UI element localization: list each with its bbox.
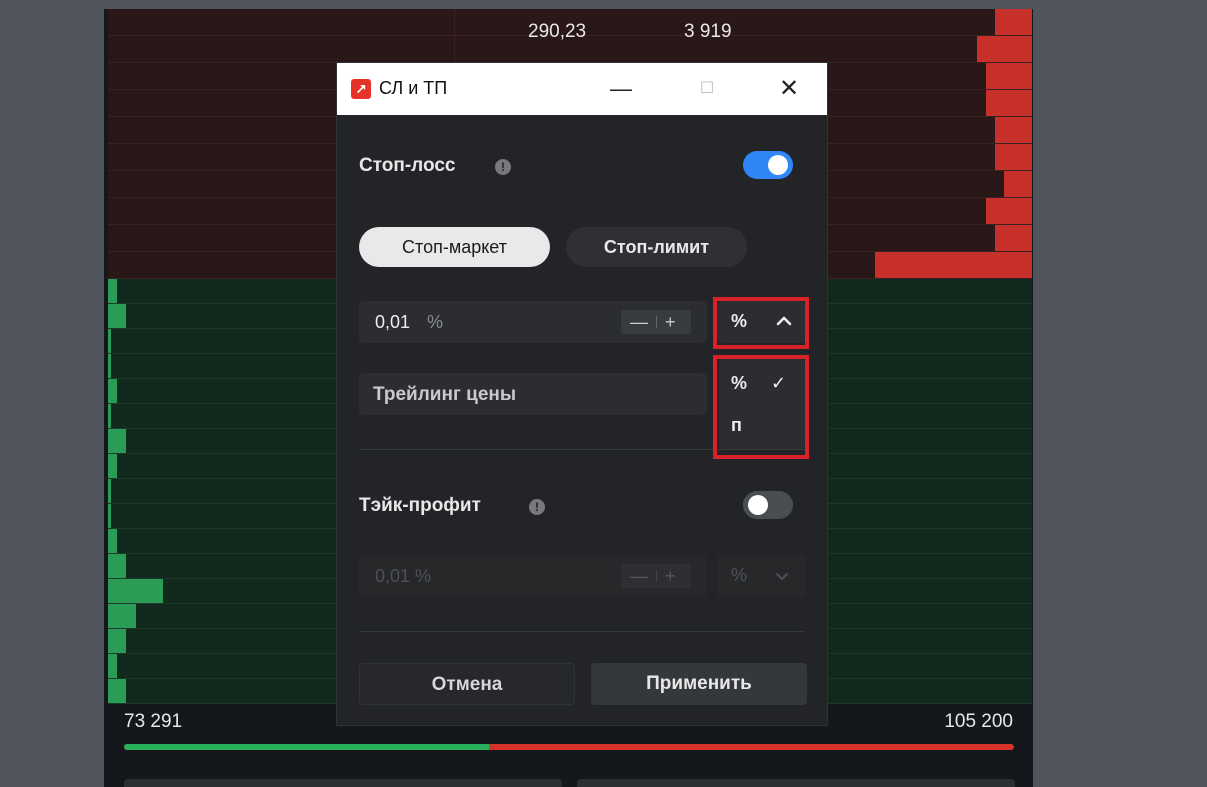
stepper-separator xyxy=(656,316,657,328)
toggle-knob xyxy=(768,155,788,175)
ask-volume-bar xyxy=(985,198,1032,224)
buy-sell-ratio-bar xyxy=(124,744,1014,750)
buy-volume: 73 291 xyxy=(124,711,183,732)
bid-volume-bar xyxy=(108,604,136,628)
take-profit-value: 0,01 % xyxy=(375,566,432,586)
decrement-button[interactable]: — xyxy=(630,310,648,334)
bid-volume-bar xyxy=(108,404,111,428)
stop-loss-toggle[interactable] xyxy=(743,151,793,179)
bid-volume-bar xyxy=(108,354,111,378)
ask-volume-bar xyxy=(874,252,1032,278)
section-divider xyxy=(359,631,805,632)
ask-volume-bar xyxy=(995,144,1032,170)
stepper-separator xyxy=(656,570,657,582)
stop-loss-stepper: — + xyxy=(621,310,691,334)
increment-button[interactable]: + xyxy=(665,310,676,334)
bid-volume-bar xyxy=(108,329,111,353)
app-logo-icon: ↗ xyxy=(351,79,371,99)
bid-volume-bar xyxy=(108,454,118,478)
toggle-knob xyxy=(748,495,768,515)
stop-market-tab[interactable]: Стоп-маркет xyxy=(359,227,550,267)
buy-button[interactable] xyxy=(124,779,562,787)
chevron-down-icon xyxy=(773,565,791,592)
bid-volume-bar xyxy=(108,379,118,403)
stop-limit-tab[interactable]: Стоп-лимит xyxy=(566,227,747,267)
highlight-frame-unit-select xyxy=(713,297,809,349)
bid-volume-bar xyxy=(108,629,127,653)
info-icon[interactable]: ! xyxy=(529,499,545,515)
ask-volume-bar xyxy=(1004,171,1032,197)
ask-volume-bar xyxy=(995,117,1032,143)
ask-volume-bar xyxy=(995,9,1032,35)
take-profit-label: Тэйк-профит xyxy=(359,495,481,516)
sell-volume: 105 200 xyxy=(944,711,1013,732)
stop-loss-value-unit: % xyxy=(427,312,444,332)
bid-volume-bar xyxy=(108,654,118,678)
bid-volume-bar xyxy=(108,579,164,603)
stop-loss-label: Стоп-лосс xyxy=(359,155,456,176)
close-button[interactable]: ✕ xyxy=(773,73,805,105)
bid-volume-bar xyxy=(108,479,111,503)
minimize-button[interactable]: — xyxy=(605,73,637,105)
bid-volume-bar xyxy=(108,529,118,553)
take-profit-stepper: — + xyxy=(621,564,691,588)
take-profit-unit-select: % xyxy=(717,555,805,597)
bid-volume-bar xyxy=(108,304,127,328)
decrement-button: — xyxy=(630,566,648,586)
sl-tp-dialog: ↗ СЛ и ТП — ☐ ✕ Стоп-лосс ! Стоп-маркет … xyxy=(336,62,828,726)
highlight-frame-unit-dropdown xyxy=(713,355,809,459)
quantity-cell: 3 919 xyxy=(684,21,732,42)
ask-volume-bar xyxy=(985,90,1032,116)
buy-ratio-fill xyxy=(124,744,489,750)
bid-volume-bar xyxy=(108,504,111,528)
stop-loss-value: 0,01 xyxy=(375,312,411,332)
trailing-price-field[interactable]: Трейлинг цены xyxy=(359,373,707,415)
increment-button: + xyxy=(665,566,676,586)
ask-volume-bar xyxy=(995,225,1032,251)
dialog-title: СЛ и ТП xyxy=(379,78,448,98)
bid-volume-bar xyxy=(108,429,127,453)
take-profit-input: 0,01 % — + xyxy=(359,555,707,597)
ask-volume-bar xyxy=(985,63,1032,89)
ask-volume-bar xyxy=(976,36,1032,62)
bid-volume-bar xyxy=(108,679,127,703)
info-icon[interactable]: ! xyxy=(495,159,511,175)
sell-button[interactable] xyxy=(577,779,1015,787)
cancel-button[interactable]: Отмена xyxy=(359,663,575,705)
take-profit-unit-value: % xyxy=(731,565,748,585)
stop-loss-input[interactable]: 0,01 % — + xyxy=(359,301,707,343)
maximize-button[interactable]: ☐ xyxy=(691,73,723,105)
bid-volume-bar xyxy=(108,279,118,303)
apply-button[interactable]: Применить xyxy=(591,663,807,705)
trailing-price-label: Трейлинг цены xyxy=(373,384,517,405)
title-bar[interactable]: ↗ СЛ и ТП — ☐ ✕ xyxy=(337,63,827,115)
price-cell: 290,23 xyxy=(528,21,587,42)
bid-volume-bar xyxy=(108,554,127,578)
take-profit-toggle[interactable] xyxy=(743,491,793,519)
